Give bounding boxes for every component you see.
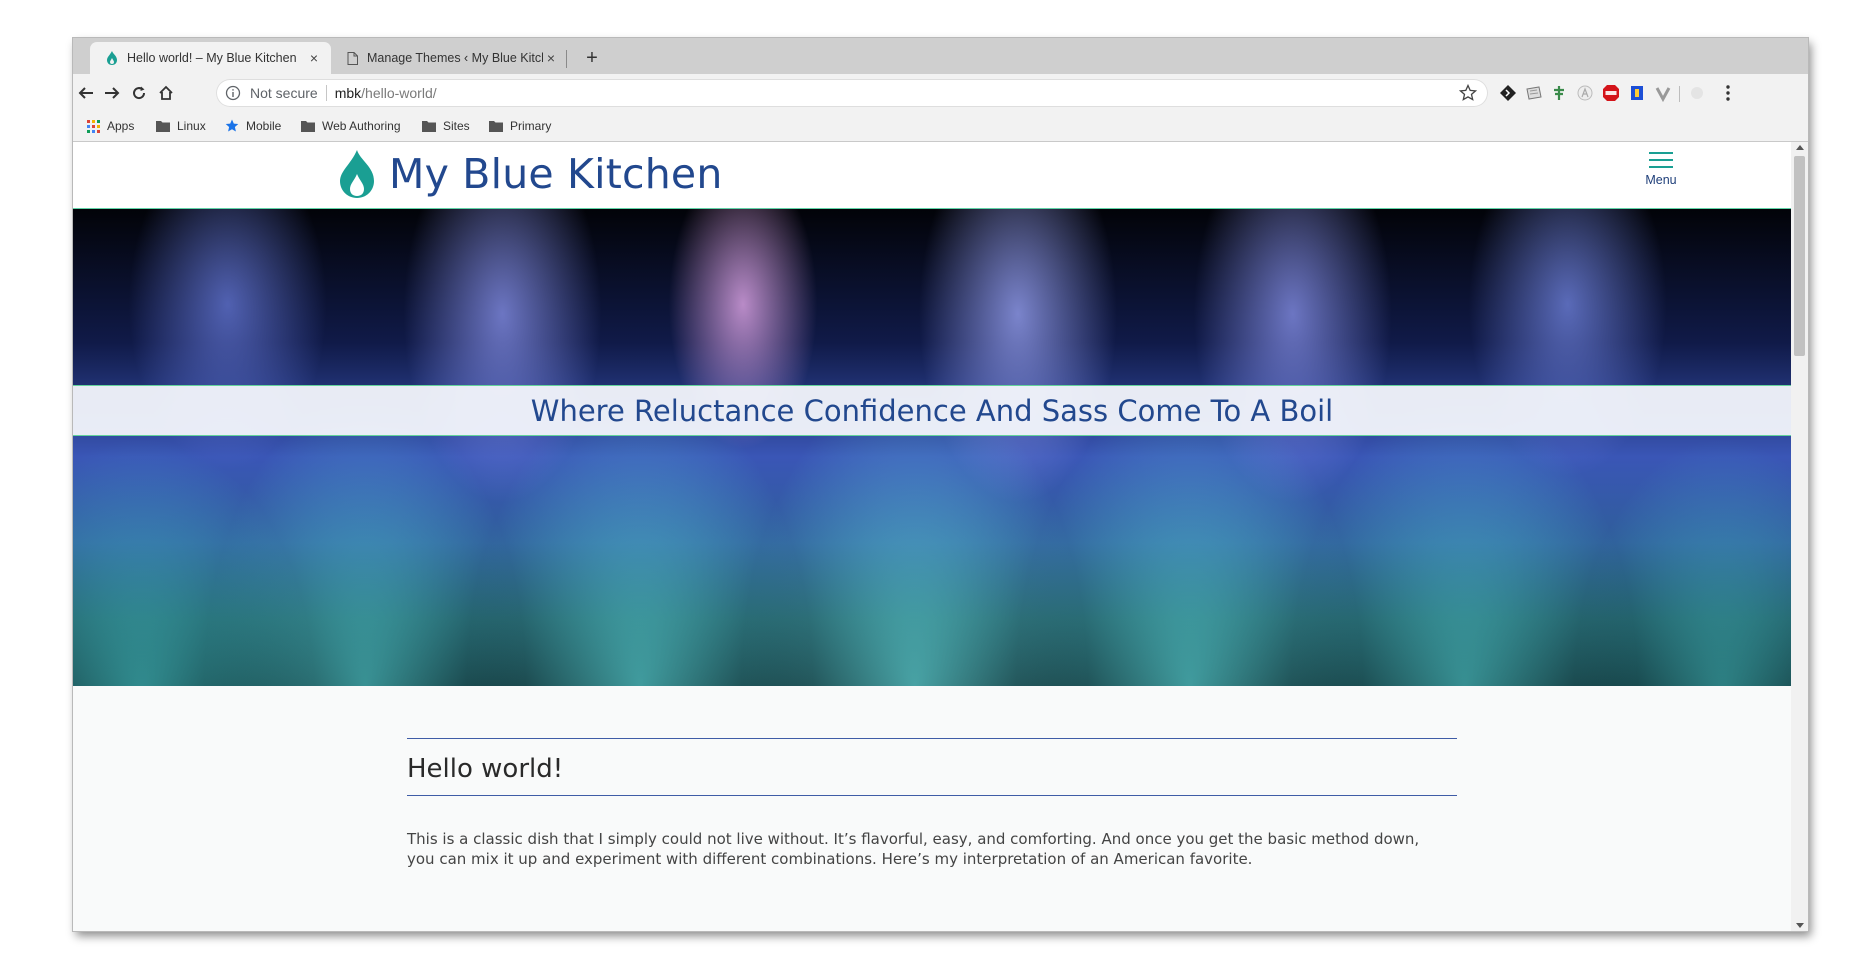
forward-arrow-icon [105, 87, 120, 99]
tab-title: Hello world! – My Blue Kitchen [127, 51, 297, 65]
bookmark-label: Primary [510, 119, 552, 133]
home-icon [159, 85, 173, 100]
bookmark-label: Mobile [246, 119, 282, 133]
title-rule-bottom [407, 795, 1457, 796]
page-viewport: My Blue Kitchen Menu Where Reluctance Co… [73, 142, 1808, 931]
browser-menu-icon[interactable] [1718, 83, 1738, 103]
extension-v-icon[interactable] [1653, 83, 1673, 103]
tab-strip: Hello world! – My Blue Kitchen × Manage … [73, 38, 1808, 74]
toolbar-divider [1679, 86, 1680, 102]
folder-icon [301, 121, 315, 132]
scroll-thumb[interactable] [1794, 156, 1805, 356]
new-tab-button[interactable]: + [581, 47, 603, 69]
bookmark-sites[interactable]: Sites [422, 118, 470, 134]
extension-a-icon[interactable] [1575, 83, 1595, 103]
bookmark-label: Apps [107, 119, 135, 133]
folder-icon [422, 121, 436, 132]
post-body: This is a classic dish that I simply cou… [407, 830, 1420, 868]
info-icon[interactable] [225, 85, 241, 101]
tab-divider [566, 50, 567, 68]
site-tagline: Where Reluctance Confidence And Sass Com… [530, 393, 1334, 428]
flame-icon [107, 51, 117, 65]
bookmark-label: Web Authoring [322, 119, 401, 133]
reload-button[interactable] [126, 80, 152, 106]
bookmark-label: Linux [177, 119, 206, 133]
url-path: /hello-world/ [361, 85, 437, 101]
folder-icon [156, 121, 170, 132]
bookmark-web-authoring[interactable]: Web Authoring [301, 118, 401, 134]
adblock-plus-icon[interactable] [1601, 83, 1621, 103]
scrollbar[interactable] [1791, 142, 1808, 931]
extension-faded-icon[interactable] [1687, 83, 1707, 103]
bookmark-label: Sites [443, 119, 470, 133]
extension-scroll-icon[interactable] [1524, 83, 1544, 103]
bookmark-primary[interactable]: Primary [489, 118, 551, 134]
flame-logo-icon[interactable] [338, 150, 376, 198]
post-title: Hello world! [407, 754, 564, 784]
star-icon [225, 119, 239, 132]
site-header: My Blue Kitchen Menu [73, 142, 1791, 209]
extension-diamond-icon[interactable] [1498, 83, 1518, 103]
bookmark-mobile[interactable]: Mobile [225, 118, 281, 134]
back-arrow-icon [78, 87, 93, 99]
browser-window: Hello world! – My Blue Kitchen × Manage … [73, 38, 1808, 931]
scroll-down-arrow[interactable] [1796, 923, 1804, 928]
forward-button[interactable] [99, 80, 125, 106]
tab-hello-world[interactable]: Hello world! – My Blue Kitchen × [90, 42, 331, 74]
address-bar[interactable]: Not secure mbk /hello-world/ [216, 79, 1488, 107]
back-button[interactable] [73, 80, 99, 106]
bookmark-apps[interactable]: Apps [87, 118, 134, 134]
close-tab-icon[interactable]: × [306, 50, 322, 66]
menu-button[interactable]: Menu [1631, 152, 1691, 196]
close-tab-icon[interactable]: × [543, 50, 559, 66]
hamburger-icon [1631, 152, 1691, 168]
url-host: mbk [334, 85, 362, 101]
extension-blue-icon[interactable] [1627, 83, 1647, 103]
post-article: Hello world! This is a classic dish that… [407, 738, 1457, 884]
scroll-up-arrow[interactable] [1796, 145, 1804, 150]
browser-toolbar: Not secure mbk /hello-world/ [73, 74, 1808, 111]
page-icon [347, 51, 358, 65]
apps-grid-icon [87, 119, 100, 133]
home-button[interactable] [153, 80, 179, 106]
folder-icon [489, 121, 503, 132]
site-title[interactable]: My Blue Kitchen [389, 150, 723, 198]
security-label: Not secure [250, 85, 318, 101]
tab-title: Manage Themes ‹ My Blue Kitchen [367, 51, 543, 65]
hero-image: Where Reluctance Confidence And Sass Com… [73, 209, 1791, 686]
menu-label: Menu [1645, 173, 1677, 187]
tab-manage-themes[interactable]: Manage Themes ‹ My Blue Kitchen × [331, 42, 568, 74]
reload-icon [133, 86, 146, 100]
bookmarks-bar: Apps Linux Mobile Web Authoring Sites Pr… [73, 111, 1808, 142]
address-divider [325, 85, 327, 101]
bookmark-linux[interactable]: Linux [156, 118, 206, 134]
extension-tree-icon[interactable] [1549, 83, 1569, 103]
tagline-banner: Where Reluctance Confidence And Sass Com… [73, 385, 1791, 436]
bookmark-star-icon[interactable] [1459, 84, 1477, 102]
